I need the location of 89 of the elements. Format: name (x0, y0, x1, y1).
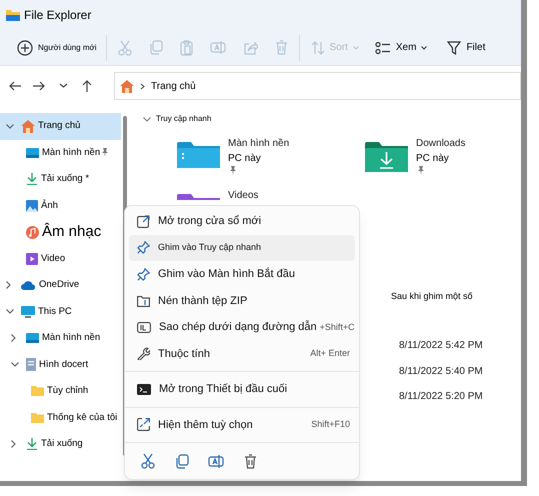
up-arrow-icon (80, 79, 94, 93)
document-icon (26, 358, 36, 372)
chevron-down-icon (6, 124, 14, 129)
sidebar-item[interactable]: Tải xuống * (0, 166, 121, 192)
menu-item[interactable]: Mở trong Thiết bị đầu cuối (129, 376, 355, 402)
window-title: File Explorer (24, 7, 92, 24)
menu-item[interactable]: Thuộc tính Alt+ Enter (129, 340, 355, 367)
photo-icon (26, 200, 38, 212)
share-icon (242, 40, 258, 54)
sidebar-item[interactable]: OneDrive (0, 272, 121, 298)
view-button[interactable]: Xem (372, 34, 430, 62)
date-text: 8/11/2022 5:42 PM (399, 339, 483, 353)
date-text: 8/11/2022 5:20 PM (399, 390, 483, 404)
chevron-right-icon (6, 281, 11, 290)
clipboard-icon (180, 40, 193, 56)
chevron-down-icon (11, 362, 19, 368)
music-icon (26, 226, 39, 239)
folder-name[interactable]: Màn hình nền (228, 136, 290, 151)
dropdown-caret-icon (58, 83, 68, 89)
chevron-down-icon (6, 309, 14, 314)
chevron-icon (140, 82, 145, 90)
copy-icon (175, 454, 189, 468)
desktop-icon (26, 333, 39, 344)
sidebar-item[interactable]: Video (0, 246, 121, 272)
scissors-icon (141, 453, 155, 469)
download-icon (26, 438, 38, 450)
dropdown-caret-icon (352, 46, 359, 50)
home-icon (120, 80, 134, 92)
sidebar-item[interactable]: Ảnh (0, 192, 121, 219)
folder-location: PC này (228, 152, 262, 166)
cloud-icon (21, 280, 36, 290)
download-folder-icon (365, 142, 408, 172)
trash-icon (274, 40, 288, 55)
sidebar-item[interactable]: Màn hình nền (0, 140, 121, 166)
back-arrow-icon (8, 79, 22, 93)
sidebar-item[interactable]: This PC (0, 298, 121, 325)
breadcrumb[interactable]: Trang chủ (151, 78, 196, 94)
scissors-icon (118, 40, 132, 56)
wrench-icon (137, 347, 150, 360)
folder-name[interactable]: Videos (228, 188, 258, 203)
sort-icon (310, 40, 325, 54)
menu-item[interactable]: Ghim vào Màn hình Bắt đầu (129, 261, 355, 288)
desktop-icon (26, 148, 39, 158)
pin-icon (137, 241, 150, 254)
address-bar[interactable]: Trang chủ (114, 72, 521, 100)
forward-arrow-icon (32, 79, 46, 93)
sidebar-item[interactable]: Âm nhạc (0, 219, 121, 246)
sidebar-item[interactable]: Thống kê của tôi (0, 404, 121, 431)
folder-location: PC này (416, 152, 450, 166)
sidebar-item[interactable]: Tùy chỉnh (0, 378, 121, 404)
new-button[interactable]: Người dùng mới (14, 34, 100, 62)
chevron-right-icon (11, 440, 16, 448)
sidebar-item[interactable]: Màn hình nền (0, 325, 121, 352)
shortcut-text: Alt+ Enter (309, 347, 350, 360)
folder-name[interactable]: Downloads (416, 136, 466, 151)
menu-item[interactable]: Sao chép dưới dạng đường dẫn +Shift+C (129, 314, 355, 340)
path-icon (137, 322, 151, 333)
sidebar-item[interactable]: Tải xuống (0, 431, 121, 458)
terminal-icon (137, 384, 151, 395)
zip-folder-icon (137, 294, 150, 307)
copy-icon (148, 40, 163, 55)
menu-item[interactable]: Hiện thêm tuỳ chọn Shift+F10 (129, 412, 355, 438)
chevron-right-icon (11, 334, 16, 342)
rename-icon (208, 454, 224, 468)
date-text: 8/11/2022 5:40 PM (399, 364, 483, 378)
pin-icon (137, 268, 150, 281)
filter-icon (447, 40, 462, 54)
list-icon (374, 40, 391, 54)
monitor-icon (21, 306, 35, 318)
shortcut-text: Shift+F10 (310, 418, 350, 431)
trash-icon (244, 454, 256, 468)
video-icon (26, 252, 38, 265)
sidebar-item[interactable]: Hình docert (0, 352, 121, 378)
filter-button[interactable]: Filet (444, 34, 488, 62)
chevron-down-icon (143, 116, 151, 122)
menu-item[interactable]: Mở trong cửa sổ mới (129, 208, 355, 234)
expand-icon (137, 418, 150, 432)
rename-icon (210, 40, 226, 55)
download-icon (26, 173, 38, 186)
sidebar-item[interactable]: Trang chủ (0, 113, 121, 140)
menu-item[interactable]: Nén thành tệp ZIP (129, 288, 355, 314)
plus-icon (17, 40, 33, 56)
note-text: Sau khi ghim một số (391, 290, 473, 303)
dropdown-caret-icon (421, 46, 428, 50)
home-icon (21, 120, 35, 133)
section-header[interactable]: Truy cập nhanh (143, 112, 521, 126)
shortcut-text: +Shift+C (318, 320, 355, 334)
menu-item[interactable]: Ghim vào Truy cập nhanh (129, 234, 355, 261)
open-new-window-icon (137, 214, 150, 228)
